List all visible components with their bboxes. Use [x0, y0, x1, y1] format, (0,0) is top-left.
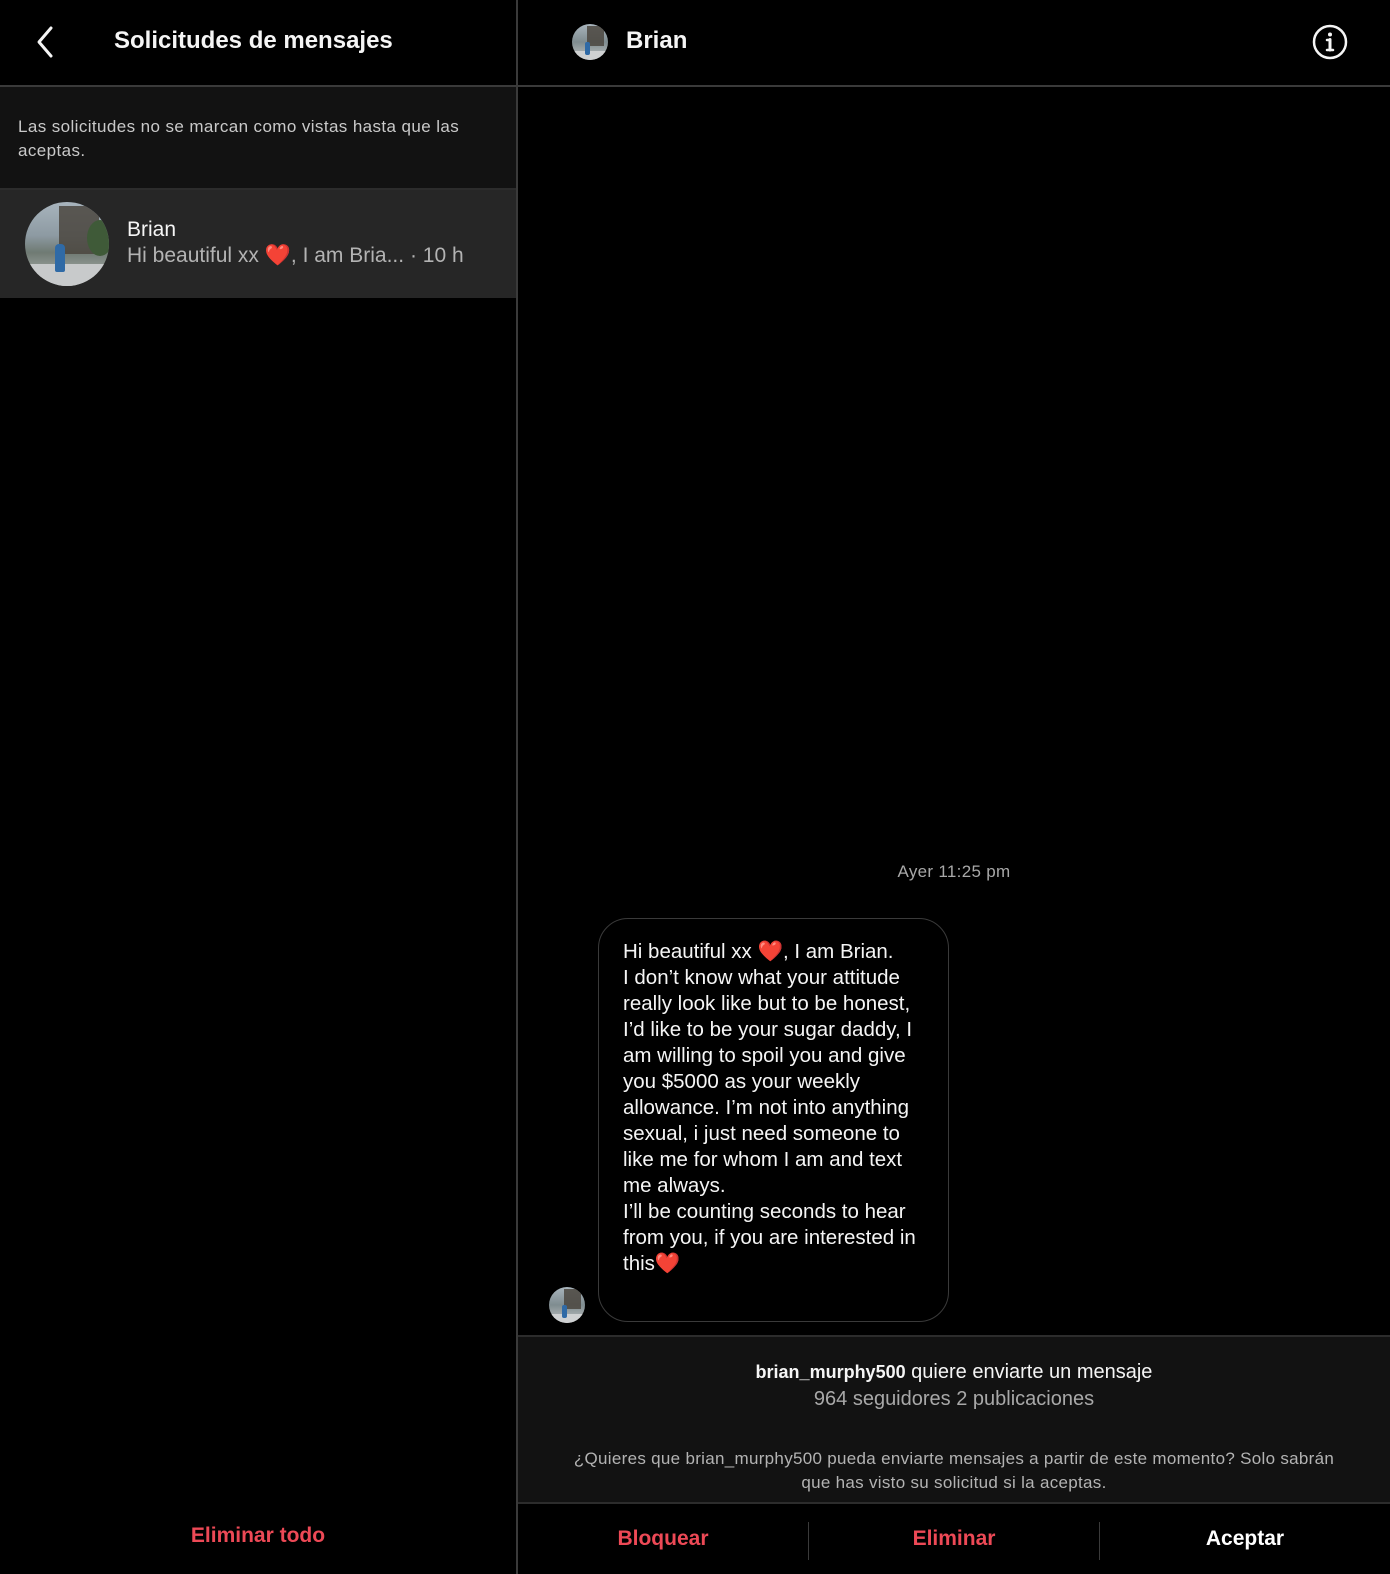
app-window: Solicitudes de mensajes Las solicitudes …: [0, 0, 1390, 1574]
info-circle-icon: [1312, 24, 1348, 60]
chevron-left-icon: [37, 26, 53, 58]
info-button[interactable]: [1310, 22, 1350, 62]
conversation-title[interactable]: Brian: [626, 27, 687, 55]
message-bubble[interactable]: Hi beautiful xx ❤️, I am Brian. I don’t …: [598, 918, 949, 1322]
heart-emoji: ❤️: [757, 940, 783, 963]
request-wants-text: quiere enviarte un mensaje: [905, 1361, 1153, 1383]
back-button[interactable]: [26, 22, 66, 62]
preview-text-rest: , I am Bria...: [290, 244, 405, 267]
block-button[interactable]: Bloquear: [518, 1504, 808, 1574]
request-time: · 10 h: [409, 244, 464, 267]
sidebar-header: Solicitudes de mensajes: [0, 0, 516, 87]
heart-emoji: ❤️: [264, 244, 291, 267]
avatar[interactable]: [549, 1287, 585, 1323]
request-action-bar: Bloquear Eliminar Aceptar: [518, 1504, 1390, 1574]
delete-button[interactable]: Eliminar: [809, 1504, 1099, 1574]
accept-button[interactable]: Aceptar: [1100, 1504, 1390, 1574]
conversation-header: Brian: [518, 0, 1390, 87]
requests-sidebar: Solicitudes de mensajes Las solicitudes …: [0, 0, 518, 1574]
request-preview: Hi beautiful xx ❤️, I am Bria... · 10 h: [127, 244, 507, 268]
request-question: ¿Quieres que brian_murphy500 pueda envia…: [573, 1449, 1335, 1492]
page-title: Solicitudes de mensajes: [114, 27, 393, 54]
request-username[interactable]: brian_murphy500: [756, 1362, 906, 1382]
request-info-panel: brian_murphy500 quiere enviarte un mensa…: [518, 1335, 1390, 1504]
avatar[interactable]: [572, 24, 608, 60]
delete-all-button[interactable]: Eliminar todo: [0, 1524, 516, 1548]
request-sender-name: Brian: [127, 218, 177, 241]
request-headline: brian_murphy500 quiere enviarte un mensa…: [518, 1361, 1390, 1384]
message-text: , I am Brian. I don’t know what your att…: [623, 940, 916, 1275]
message-timestamp: Ayer 11:25 pm: [897, 862, 1011, 881]
conversation-pane: Brian Ayer 11:25 pm Hi beautiful xx ❤️, …: [518, 0, 1390, 1574]
requests-notice: Las solicitudes no se marcan como vistas…: [0, 87, 516, 190]
avatar: [25, 202, 109, 286]
request-stats: 964 seguidores 2 publicaciones: [813, 1388, 1095, 1410]
message-text: Hi beautiful xx: [623, 940, 758, 963]
sidebar-footer: Eliminar todo: [0, 1500, 516, 1574]
heart-emoji: ❤️: [654, 1252, 681, 1275]
preview-text: Hi beautiful xx: [127, 244, 259, 267]
